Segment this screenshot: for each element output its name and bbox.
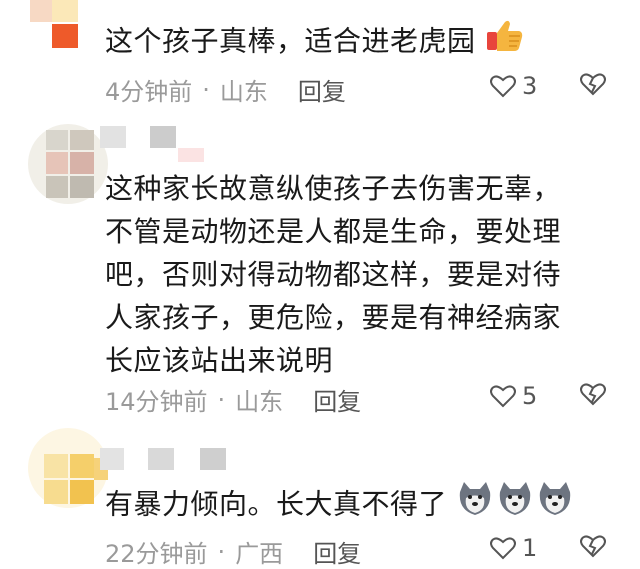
avatar[interactable] — [28, 124, 108, 204]
comment-location: 山东 — [235, 388, 284, 416]
username[interactable] — [100, 448, 230, 472]
dislike-button[interactable] — [580, 381, 606, 411]
broken-heart-icon — [580, 383, 606, 406]
comment-text-line: 不管是动物还是人都是生命，要处理 — [105, 215, 562, 248]
comment-meta: 22分钟前 · 广西 回复 — [105, 534, 361, 569]
dislike-button[interactable] — [580, 71, 606, 101]
avatar[interactable] — [30, 0, 100, 50]
comment-item: 有暴力倾向。长大真不得了 22分钟前 · 广西 回复 1 — [0, 420, 640, 568]
comment-meta: 14分钟前 · 山东 回复 — [105, 382, 361, 417]
heart-icon — [490, 537, 516, 560]
like-count: 3 — [522, 72, 538, 100]
like-button[interactable]: 3 — [490, 72, 537, 100]
comment-meta: 4分钟前 · 山东 回复 — [105, 72, 346, 107]
broken-heart-icon — [580, 535, 606, 558]
separator: · — [217, 537, 226, 566]
comment-text: 有暴力倾向。长大真不得了 — [105, 480, 574, 531]
separator: · — [202, 75, 210, 104]
like-button[interactable]: 5 — [490, 382, 537, 410]
like-count: 5 — [522, 382, 538, 410]
comment-text-line: 长应该站出来说明 — [105, 344, 334, 377]
husky-face-icon — [456, 480, 574, 531]
comment-time: 14分钟前 — [105, 388, 208, 416]
separator: · — [217, 385, 226, 414]
like-count: 1 — [522, 534, 538, 562]
username[interactable] — [100, 126, 210, 162]
heart-icon — [490, 75, 516, 98]
comment-location: 广西 — [235, 540, 284, 568]
comment-text-line: 人家孩子，更危险，要是有神经病家 — [105, 301, 562, 334]
comment-item: 这个孩子真棒，适合进老虎园 4分钟前 · 山东 回复 3 — [0, 0, 640, 110]
broken-heart-icon — [580, 73, 606, 96]
comment-text-line: 吧，否则对得动物都这样，要是对待 — [105, 258, 562, 291]
comment-text-line: 这种家长故意纵使孩子去伤害无辜， — [105, 172, 562, 205]
thumbs-up-icon — [485, 18, 525, 67]
comment-item: 这种家长故意纵使孩子去伤害无辜， 不管是动物还是人都是生命，要处理 吧，否则对得… — [0, 110, 640, 420]
reply-button[interactable]: 回复 — [313, 534, 361, 569]
reply-button[interactable]: 回复 — [313, 382, 361, 417]
heart-icon — [490, 385, 516, 408]
comment-text: 这个孩子真棒，适合进老虎园 — [105, 18, 525, 67]
reply-button[interactable]: 回复 — [298, 72, 346, 107]
comment-time: 22分钟前 — [105, 540, 208, 568]
like-button[interactable]: 1 — [490, 534, 537, 562]
comment-time: 4分钟前 — [105, 78, 193, 106]
avatar[interactable] — [28, 428, 108, 508]
dislike-button[interactable] — [580, 533, 606, 563]
comment-location: 山东 — [219, 78, 268, 106]
